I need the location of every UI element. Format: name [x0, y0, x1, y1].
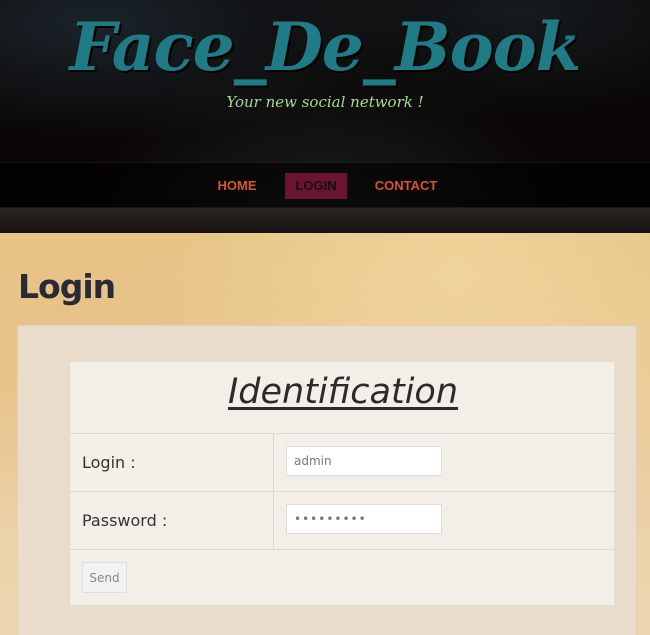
page-title: Login — [18, 267, 116, 306]
form-column-divider — [273, 433, 274, 549]
send-button[interactable]: Send — [82, 562, 127, 593]
login-input[interactable] — [286, 446, 442, 476]
login-label: Login : — [82, 453, 136, 472]
main-navigation: HOME LOGIN CONTACT — [0, 162, 650, 208]
header-divider — [0, 208, 650, 233]
password-label: Password : — [82, 511, 168, 530]
form-divider — [70, 491, 616, 492]
password-input[interactable] — [286, 504, 442, 534]
form-heading: Identification — [227, 372, 459, 412]
site-title: Face_De_Book — [69, 8, 582, 86]
site-tagline: Your new social network ! — [226, 93, 424, 111]
nav-login-link[interactable]: LOGIN — [285, 173, 347, 199]
site-header: Face_De_Book Your new social network ! H… — [0, 0, 650, 233]
form-divider — [70, 549, 616, 550]
form-divider — [70, 433, 616, 434]
nav-home-link[interactable]: HOME — [208, 173, 266, 199]
nav-contact-link[interactable]: CONTACT — [366, 173, 446, 199]
login-form: Identification Login : Password : Send — [69, 361, 616, 606]
